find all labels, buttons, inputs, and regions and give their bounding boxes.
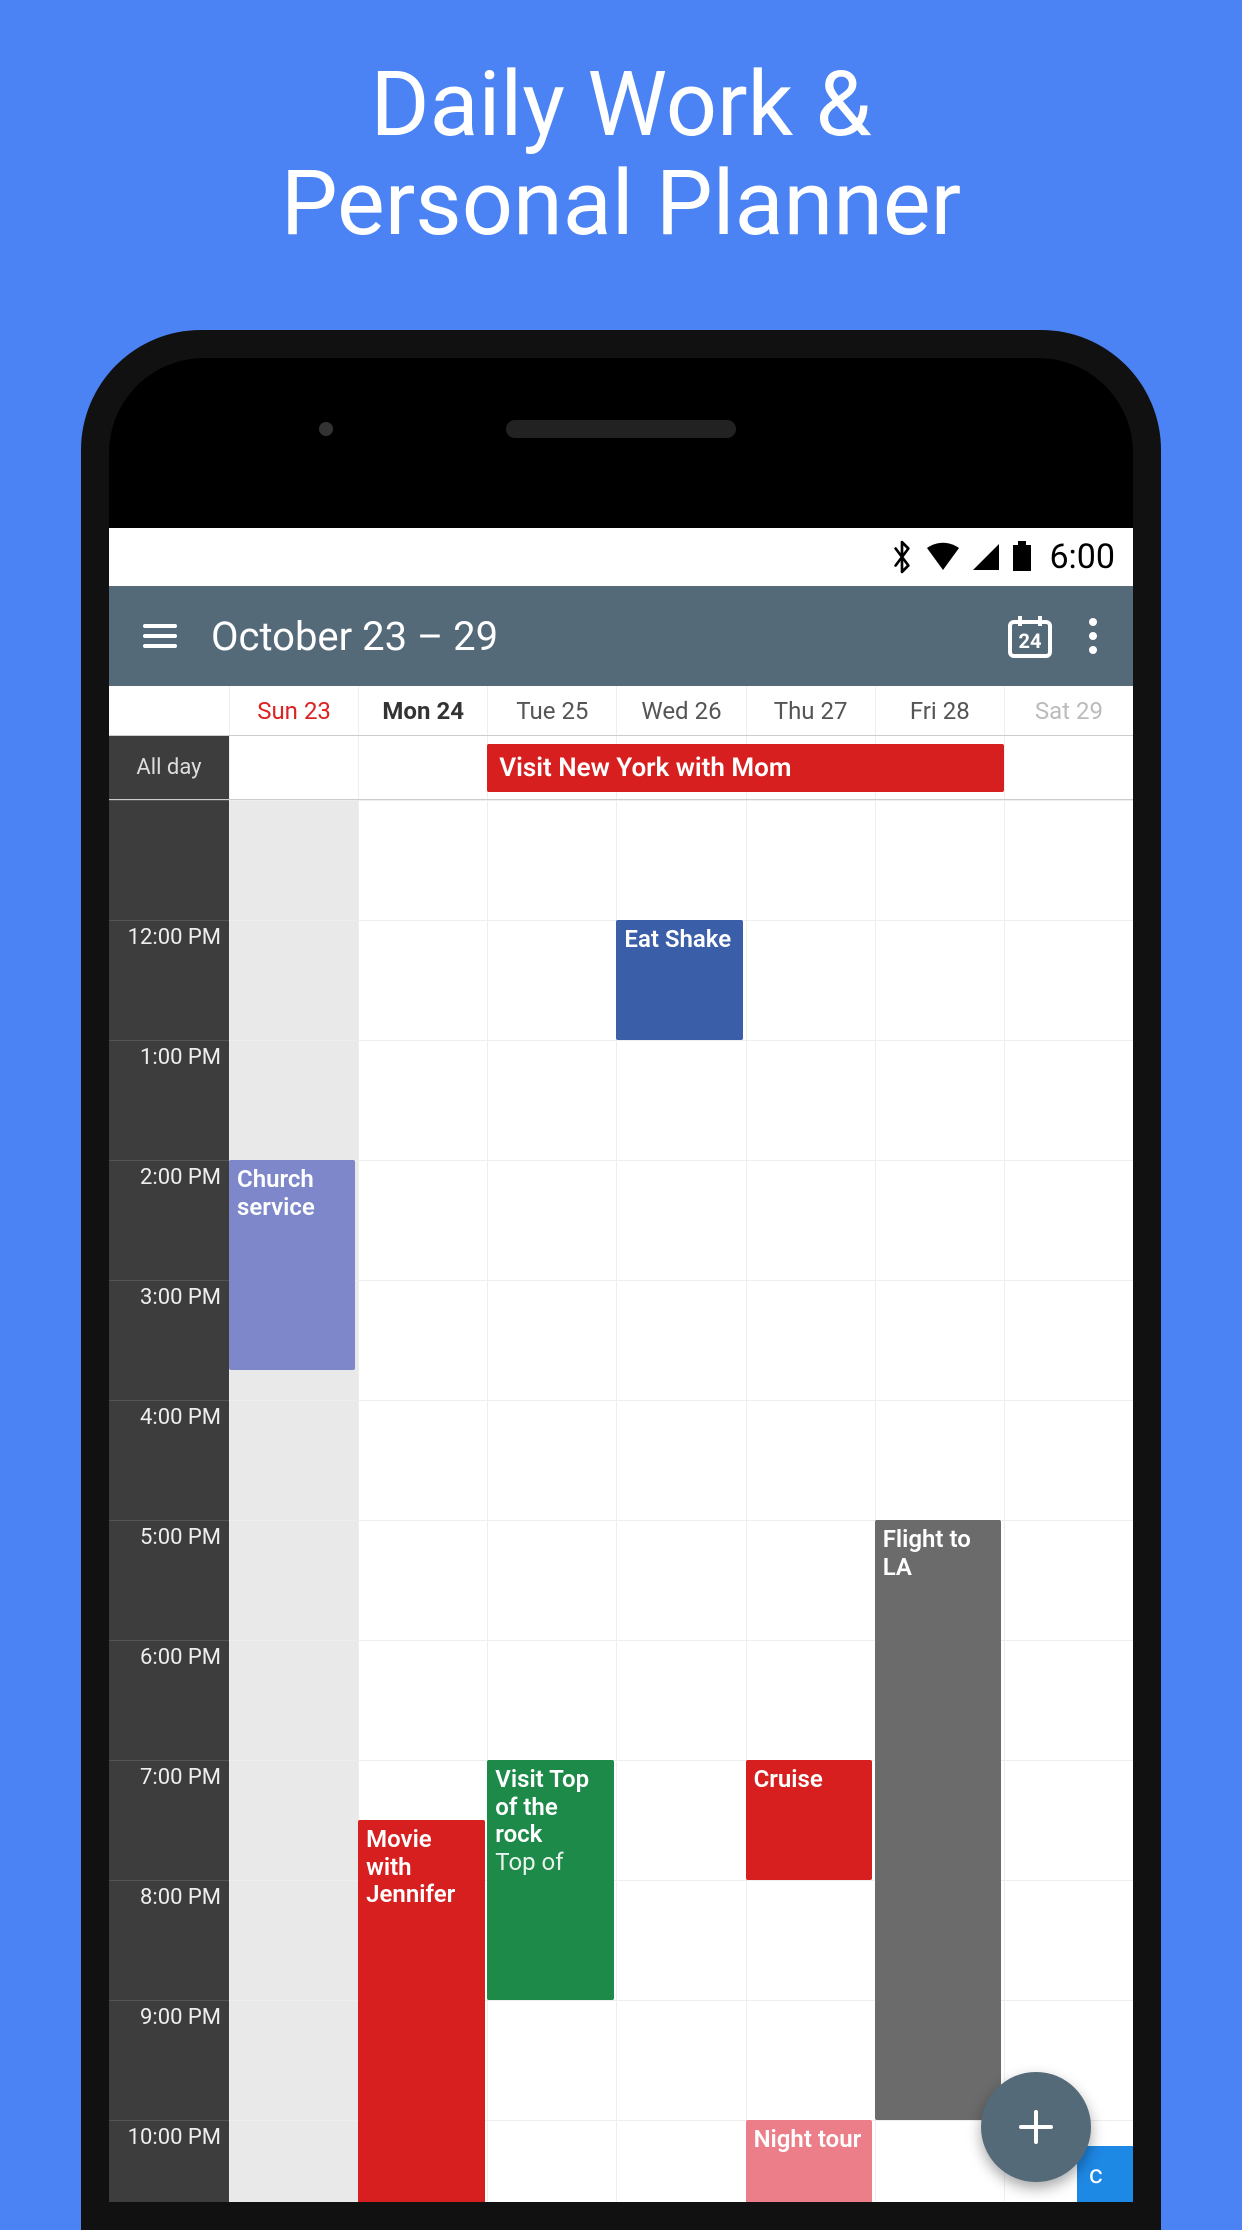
phone-camera [319, 422, 333, 436]
phone-inner: 6:00 October 23 – 29 24 [109, 358, 1133, 2202]
status-time: 6:00 [1049, 537, 1115, 577]
plus-icon [1011, 2102, 1061, 2152]
hour-label: 10:00 PM [109, 2120, 229, 2202]
bluetooth-icon [889, 540, 915, 574]
day-header-row: Sun 23Mon 24Tue 25Wed 26Thu 27Fri 28Sat … [109, 686, 1133, 736]
all-day-cells: Visit New York with Mom [229, 736, 1133, 799]
event[interactable]: Movie with Jennifer [358, 1820, 484, 2202]
event[interactable]: Flight to LA [875, 1520, 1001, 2120]
phone-speaker [506, 420, 736, 438]
time-gutter: 12:00 PM1:00 PM2:00 PM3:00 PM4:00 PM5:00… [109, 800, 229, 2202]
day-header-sun[interactable]: Sun 23 [229, 686, 358, 735]
event[interactable]: Church service [229, 1160, 355, 1370]
phone-frame: 6:00 October 23 – 29 24 [81, 330, 1161, 2230]
all-day-row: All day Visit New York with Mom [109, 736, 1133, 800]
add-event-fab[interactable] [981, 2072, 1091, 2182]
hour-label: 9:00 PM [109, 2000, 229, 2120]
event[interactable]: Cruise [746, 1760, 872, 1880]
event[interactable]: Visit Top of the rockTop of [487, 1760, 613, 2000]
day-header-mon[interactable]: Mon 24 [358, 686, 487, 735]
battery-icon [1011, 541, 1033, 573]
calendar-grid[interactable]: 12:00 PM1:00 PM2:00 PM3:00 PM4:00 PM5:00… [109, 800, 1133, 2202]
hour-label: 4:00 PM [109, 1400, 229, 1520]
overflow-menu-button[interactable] [1065, 616, 1121, 656]
hour-label: 6:00 PM [109, 1640, 229, 1760]
wifi-icon [925, 542, 961, 572]
corner-chip-label: c [1089, 2160, 1103, 2190]
status-bar: 6:00 [109, 528, 1133, 586]
day-header-wed[interactable]: Wed 26 [616, 686, 745, 735]
calendar-icon: 24 [1004, 610, 1056, 662]
date-range-title[interactable]: October 23 – 29 [211, 613, 498, 660]
event[interactable]: Night tour [746, 2120, 872, 2202]
hour-label: 12:00 PM [109, 920, 229, 1040]
hamburger-icon [139, 615, 181, 657]
hour-label: 8:00 PM [109, 1880, 229, 2000]
cell-signal-icon [971, 542, 1001, 572]
menu-button[interactable] [121, 615, 199, 657]
day-header-tue[interactable]: Tue 25 [487, 686, 616, 735]
day-header-thu[interactable]: Thu 27 [746, 686, 875, 735]
promo-line-1: Daily Work & [371, 52, 872, 157]
hour-label: 1:00 PM [109, 1040, 229, 1160]
all-day-label: All day [109, 736, 229, 799]
allday-event[interactable]: Visit New York with Mom [487, 744, 1004, 792]
promo-title: Daily Work & Personal Planner [0, 0, 1242, 253]
corner-chip[interactable]: c [1077, 2146, 1133, 2202]
hour-label: 3:00 PM [109, 1280, 229, 1400]
hour-label: 5:00 PM [109, 1520, 229, 1640]
today-button[interactable]: 24 [995, 610, 1065, 662]
day-header-sat[interactable]: Sat 29 [1004, 686, 1133, 735]
screen: 6:00 October 23 – 29 24 [109, 528, 1133, 2202]
event[interactable]: Eat Shake [616, 920, 742, 1040]
app-bar: October 23 – 29 24 [109, 586, 1133, 686]
days-grid[interactable]: Church service Eat Shake Flight to LA Visit… [229, 800, 1133, 2202]
more-vertical-icon [1088, 616, 1098, 656]
hour-label: 7:00 PM [109, 1760, 229, 1880]
hour-label: 2:00 PM [109, 1160, 229, 1280]
hour-label [109, 800, 229, 920]
day-header-fri[interactable]: Fri 28 [875, 686, 1004, 735]
svg-text:24: 24 [1019, 629, 1042, 653]
promo-line-2: Personal Planner [281, 151, 961, 256]
